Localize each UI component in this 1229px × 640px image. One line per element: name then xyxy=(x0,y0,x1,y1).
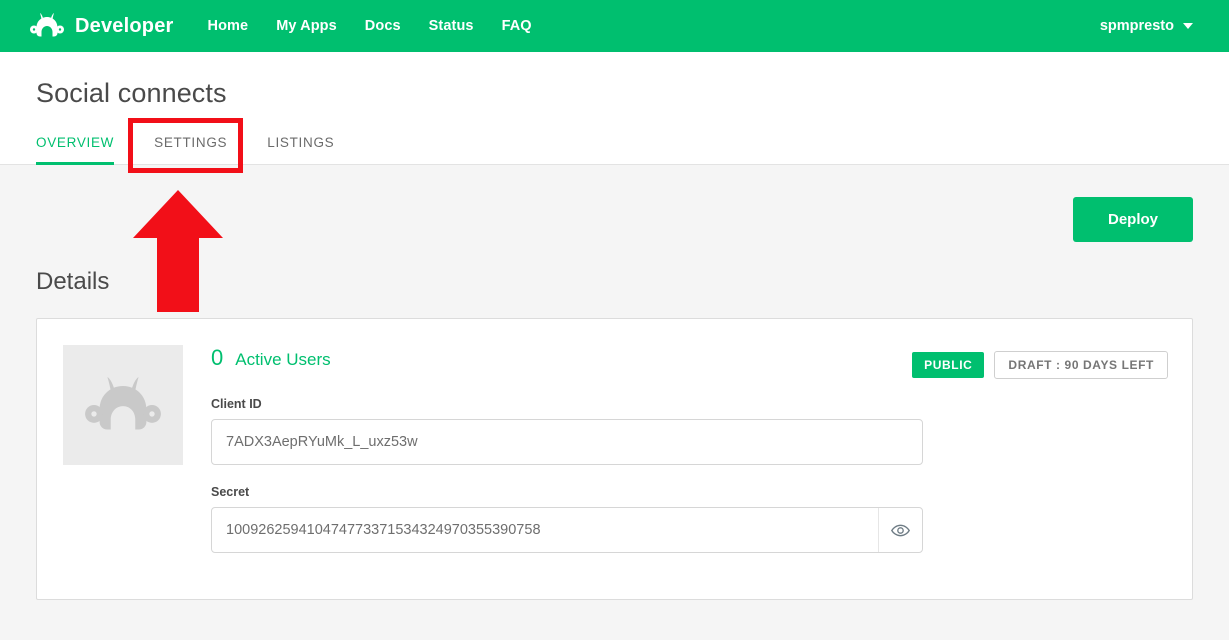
secret-label: Secret xyxy=(211,485,250,499)
surveymonkey-logo-icon xyxy=(30,13,64,39)
chevron-down-icon xyxy=(1183,23,1193,29)
brand-name: Developer xyxy=(75,14,174,37)
status-badge-public: PUBLIC xyxy=(912,352,985,378)
secret-input[interactable] xyxy=(211,507,923,553)
client-id-input[interactable] xyxy=(211,419,923,465)
nav-link-status[interactable]: Status xyxy=(429,18,474,34)
app-avatar xyxy=(63,345,183,465)
main-content: Deploy Details PUBLIC DRAFT: 90 DAYS LE… xyxy=(0,165,1229,600)
details-card: PUBLIC DRAFT : 90 DAYS LEFT 0 Active Use… xyxy=(36,318,1193,600)
secret-field-group: Secret xyxy=(211,485,923,553)
secret-input-wrapper xyxy=(211,507,923,553)
eye-icon xyxy=(891,521,910,540)
client-id-field-group: Client ID xyxy=(211,397,923,465)
status-badge-draft: DRAFT : 90 DAYS LEFT xyxy=(994,351,1168,379)
primary-nav: Home My Apps Docs Status FAQ xyxy=(208,18,532,34)
active-users-count: 0 xyxy=(211,345,224,370)
nav-link-my-apps[interactable]: My Apps xyxy=(276,18,337,34)
details-card-body: PUBLIC DRAFT : 90 DAYS LEFT 0 Active Use… xyxy=(211,345,1168,569)
brand-logo-link[interactable]: Developer xyxy=(30,13,174,39)
secret-visibility-toggle-button[interactable] xyxy=(878,508,922,552)
top-navigation-bar: Developer Home My Apps Docs Status FAQ s… xyxy=(0,0,1229,52)
user-menu-label: spmpresto xyxy=(1099,18,1174,34)
active-users-label: Active Users xyxy=(235,350,331,369)
tab-bar: OVERVIEW SETTINGS LISTINGS xyxy=(0,109,1229,165)
nav-link-faq[interactable]: FAQ xyxy=(502,18,532,34)
page-title-band: Social connects xyxy=(0,52,1229,109)
nav-link-docs[interactable]: Docs xyxy=(365,18,401,34)
client-id-label: Client ID xyxy=(211,397,262,411)
deploy-button[interactable]: Deploy xyxy=(1073,197,1193,242)
details-section-title: Details xyxy=(36,268,110,295)
action-row: Deploy xyxy=(36,165,1193,242)
nav-link-home[interactable]: Home xyxy=(208,18,249,34)
page-title: Social connects xyxy=(36,78,227,108)
monkey-placeholder-icon xyxy=(84,376,162,434)
status-badges: PUBLIC DRAFT : 90 DAYS LEFT xyxy=(912,351,1168,379)
user-menu[interactable]: spmpresto xyxy=(1100,18,1207,34)
tab-settings[interactable]: SETTINGS xyxy=(154,135,227,164)
tab-overview[interactable]: OVERVIEW xyxy=(36,135,115,165)
tab-listings[interactable]: LISTINGS xyxy=(267,135,334,164)
